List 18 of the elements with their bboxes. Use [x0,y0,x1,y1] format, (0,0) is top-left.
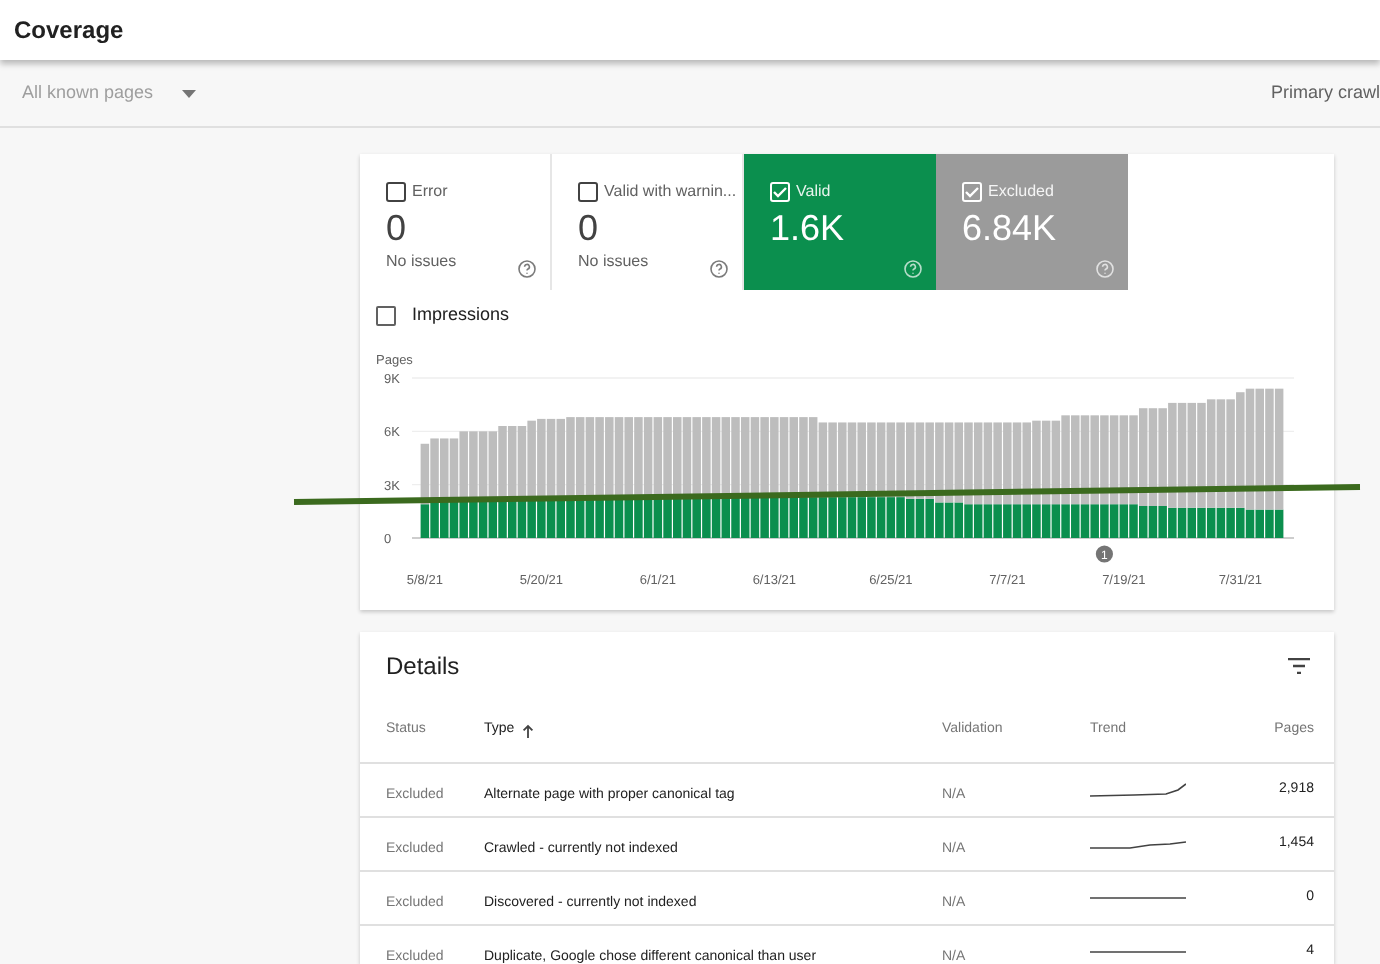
pages-dropdown[interactable]: All known pages [22,79,196,107]
tile-value: 0 [578,206,601,250]
summary-tile[interactable]: Error 0 No issues [360,154,552,290]
crawler-label: Primary crawl [1270,79,1380,106]
tile-label: Valid [796,180,831,204]
tile-label: Valid with warnin... [604,180,737,204]
summary-tile[interactable]: Excluded 6.84K [936,154,1128,290]
tile-subtitle: No issues [386,250,457,274]
impressions-label: Impressions [412,302,510,329]
summary-tile[interactable]: Valid 1.6K [744,154,936,290]
tile-value: 1.6K [770,206,847,250]
tile-label: Excluded [988,180,1054,204]
tile-label: Error [412,180,448,204]
tile-value: 0 [386,206,409,250]
tile-subtitle: No issues [578,250,649,274]
details-title: Details [386,650,460,684]
page-title: Coverage [14,14,124,48]
tile-value: 6.84K [962,206,1059,250]
